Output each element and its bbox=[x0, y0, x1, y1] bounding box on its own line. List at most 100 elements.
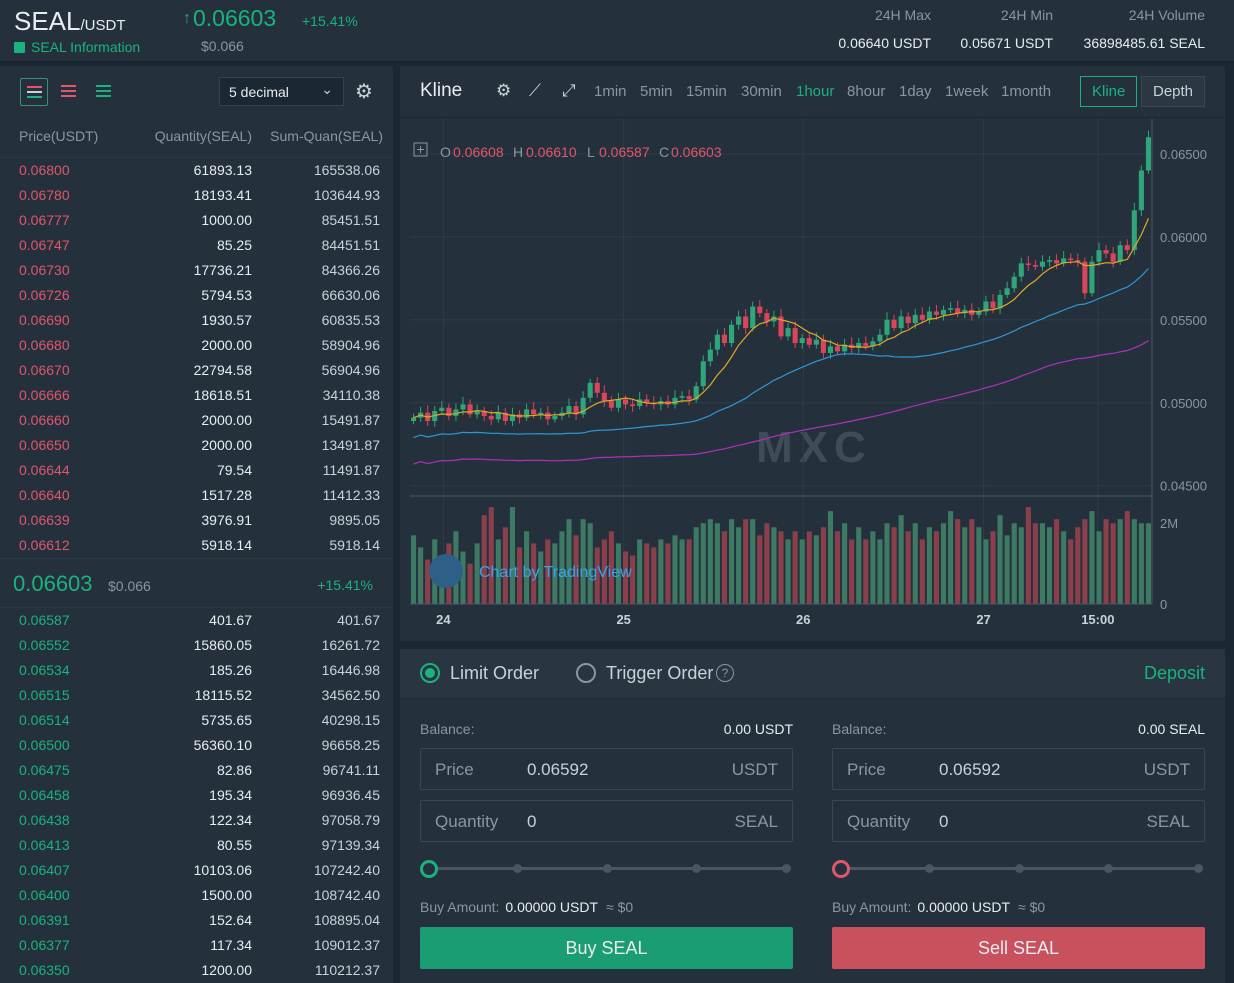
interval-15min[interactable]: 15min bbox=[686, 83, 727, 100]
bid-row[interactable]: 0.06534 185.26 16446.98 bbox=[0, 658, 393, 683]
ask-row[interactable]: 0.06730 17736.21 84366.26 bbox=[0, 258, 393, 283]
gear-icon[interactable]: ⚙ bbox=[355, 79, 373, 104]
ask-row[interactable]: 0.06690 1930.57 60835.53 bbox=[0, 308, 393, 333]
row-quantity: 401.67 bbox=[209, 612, 252, 628]
depth-view-button[interactable]: Depth bbox=[1141, 76, 1206, 107]
buy-quantity-input[interactable]: 0 bbox=[527, 812, 536, 832]
decimal-select[interactable]: 5 decimal ⌄ bbox=[219, 77, 344, 106]
sell-button[interactable]: Sell SEAL bbox=[832, 927, 1205, 969]
buy-quantity-field[interactable]: Quantity 0 SEAL bbox=[420, 800, 793, 842]
interval-1day[interactable]: 1day bbox=[899, 83, 932, 100]
bid-row[interactable]: 0.06350 1200.00 110212.37 bbox=[0, 958, 393, 983]
ask-row[interactable]: 0.06747 85.25 84451.51 bbox=[0, 233, 393, 258]
fullscreen-icon[interactable]: ⤢ bbox=[562, 81, 576, 101]
view-bids-icon[interactable] bbox=[90, 78, 118, 106]
interval-30min[interactable]: 30min bbox=[741, 83, 782, 100]
bid-row[interactable]: 0.06400 1500.00 108742.40 bbox=[0, 883, 393, 908]
volume-bar bbox=[644, 543, 650, 604]
candle-body bbox=[863, 343, 869, 347]
view-both-icon[interactable] bbox=[20, 78, 48, 106]
row-price: 0.06612 bbox=[19, 537, 70, 553]
buy-price-field[interactable]: Price 0.06592 USDT bbox=[420, 748, 793, 790]
ask-row[interactable]: 0.06612 5918.14 5918.14 bbox=[0, 533, 393, 558]
row-sum: 58904.96 bbox=[321, 337, 380, 353]
slider-handle[interactable] bbox=[832, 860, 850, 878]
bid-row[interactable]: 0.06475 82.86 96741.11 bbox=[0, 758, 393, 783]
bid-row[interactable]: 0.06500 56360.10 96658.25 bbox=[0, 733, 393, 758]
slider-handle[interactable] bbox=[420, 860, 438, 878]
slider-dot[interactable] bbox=[692, 864, 701, 873]
ask-row[interactable]: 0.06644 79.54 11491.87 bbox=[0, 458, 393, 483]
slider-dot[interactable] bbox=[1194, 864, 1203, 873]
ask-row[interactable]: 0.06666 18618.51 34110.38 bbox=[0, 383, 393, 408]
last-price-value: 0.06603 bbox=[193, 5, 277, 31]
slider-dot[interactable] bbox=[782, 864, 791, 873]
limit-order-tab[interactable]: Limit Order bbox=[450, 663, 539, 684]
volume-bar bbox=[1131, 519, 1137, 604]
row-quantity: 5794.53 bbox=[201, 287, 252, 303]
coin-info-link[interactable]: SEAL Information bbox=[14, 39, 140, 55]
interval-1hour[interactable]: 1hour bbox=[796, 83, 834, 100]
settings-icon[interactable]: ⚙ bbox=[496, 81, 511, 101]
bid-row[interactable]: 0.06458 195.34 96936.45 bbox=[0, 783, 393, 808]
volume-bar bbox=[948, 511, 954, 604]
ask-row[interactable]: 0.06800 61893.13 165538.06 bbox=[0, 158, 393, 183]
deposit-link[interactable]: Deposit bbox=[1144, 663, 1205, 684]
trigger-order-tab[interactable]: Trigger Order bbox=[606, 663, 713, 684]
ask-row[interactable]: 0.06650 2000.00 13491.87 bbox=[0, 433, 393, 458]
row-price: 0.06377 bbox=[19, 937, 70, 953]
view-asks-icon[interactable] bbox=[55, 78, 83, 106]
slider-dot[interactable] bbox=[1015, 864, 1024, 873]
ask-row[interactable]: 0.06660 2000.00 15491.87 bbox=[0, 408, 393, 433]
ask-row[interactable]: 0.06680 2000.00 58904.96 bbox=[0, 333, 393, 358]
candle-body bbox=[721, 334, 728, 344]
ask-row[interactable]: 0.06777 1000.00 85451.51 bbox=[0, 208, 393, 233]
help-icon[interactable]: ? bbox=[716, 664, 734, 682]
candle-body bbox=[679, 396, 685, 398]
sell-price-input[interactable]: 0.06592 bbox=[939, 760, 1000, 780]
slider-dot[interactable] bbox=[513, 864, 522, 873]
interval-1min[interactable]: 1min bbox=[594, 83, 627, 100]
ask-row[interactable]: 0.06670 22794.58 56904.96 bbox=[0, 358, 393, 383]
slider-dot[interactable] bbox=[603, 864, 612, 873]
bid-row[interactable]: 0.06391 152.64 108895.04 bbox=[0, 908, 393, 933]
row-quantity: 61893.13 bbox=[193, 162, 252, 178]
volume-bar bbox=[566, 519, 572, 604]
row-price: 0.06587 bbox=[19, 612, 70, 628]
indicator-icon[interactable]: ⟋ bbox=[529, 81, 541, 101]
bid-row[interactable]: 0.06515 18115.52 34562.50 bbox=[0, 683, 393, 708]
bid-row[interactable]: 0.06413 80.55 97139.34 bbox=[0, 833, 393, 858]
bid-row[interactable]: 0.06438 122.34 97058.79 bbox=[0, 808, 393, 833]
bid-row[interactable]: 0.06514 5735.65 40298.15 bbox=[0, 708, 393, 733]
sell-quantity-input[interactable]: 0 bbox=[939, 812, 948, 832]
buy-price-input[interactable]: 0.06592 bbox=[527, 760, 588, 780]
kline-chart[interactable]: MXC 0.06500 0.06000 0.05500 0.05000 0.04500 2… bbox=[400, 119, 1225, 639]
bid-row[interactable]: 0.06377 117.34 109012.37 bbox=[0, 933, 393, 958]
ask-row[interactable]: 0.06726 5794.53 66630.06 bbox=[0, 283, 393, 308]
candle-body bbox=[1082, 261, 1088, 294]
trigger-order-radio[interactable] bbox=[576, 663, 596, 683]
slider-dot[interactable] bbox=[925, 864, 934, 873]
interval-8hour[interactable]: 8hour bbox=[847, 83, 885, 100]
chart-panel: Kline ⚙ ⟋ ⤢ 1min 5min 15min 30min 1hour … bbox=[400, 66, 1225, 641]
chart-toolbar: Kline ⚙ ⟋ ⤢ 1min 5min 15min 30min 1hour … bbox=[400, 66, 1225, 118]
interval-5min[interactable]: 5min bbox=[640, 83, 673, 100]
ask-row[interactable]: 0.06780 18193.41 103644.93 bbox=[0, 183, 393, 208]
slider-dot[interactable] bbox=[1104, 864, 1113, 873]
buy-button[interactable]: Buy SEAL bbox=[420, 927, 793, 969]
sell-price-field[interactable]: Price 0.06592 USDT bbox=[832, 748, 1205, 790]
bid-row[interactable]: 0.06407 10103.06 107242.40 bbox=[0, 858, 393, 883]
ask-row[interactable]: 0.06640 1517.28 11412.33 bbox=[0, 483, 393, 508]
buy-percent-slider[interactable] bbox=[420, 859, 793, 879]
ask-row[interactable]: 0.06639 3976.91 9895.05 bbox=[0, 508, 393, 533]
last-price-usd: $0.066 bbox=[201, 38, 244, 54]
sell-percent-slider[interactable] bbox=[832, 859, 1205, 879]
sell-quantity-field[interactable]: Quantity 0 SEAL bbox=[832, 800, 1205, 842]
bid-row[interactable]: 0.06587 401.67 401.67 bbox=[0, 608, 393, 633]
interval-1week[interactable]: 1week bbox=[945, 83, 988, 100]
bid-row[interactable]: 0.06552 15860.05 16261.72 bbox=[0, 633, 393, 658]
limit-order-radio[interactable] bbox=[420, 663, 440, 683]
tradingview-credit[interactable]: Chart by TradingView bbox=[479, 564, 632, 581]
kline-view-button[interactable]: Kline bbox=[1080, 76, 1138, 107]
interval-1month[interactable]: 1month bbox=[1001, 83, 1051, 100]
